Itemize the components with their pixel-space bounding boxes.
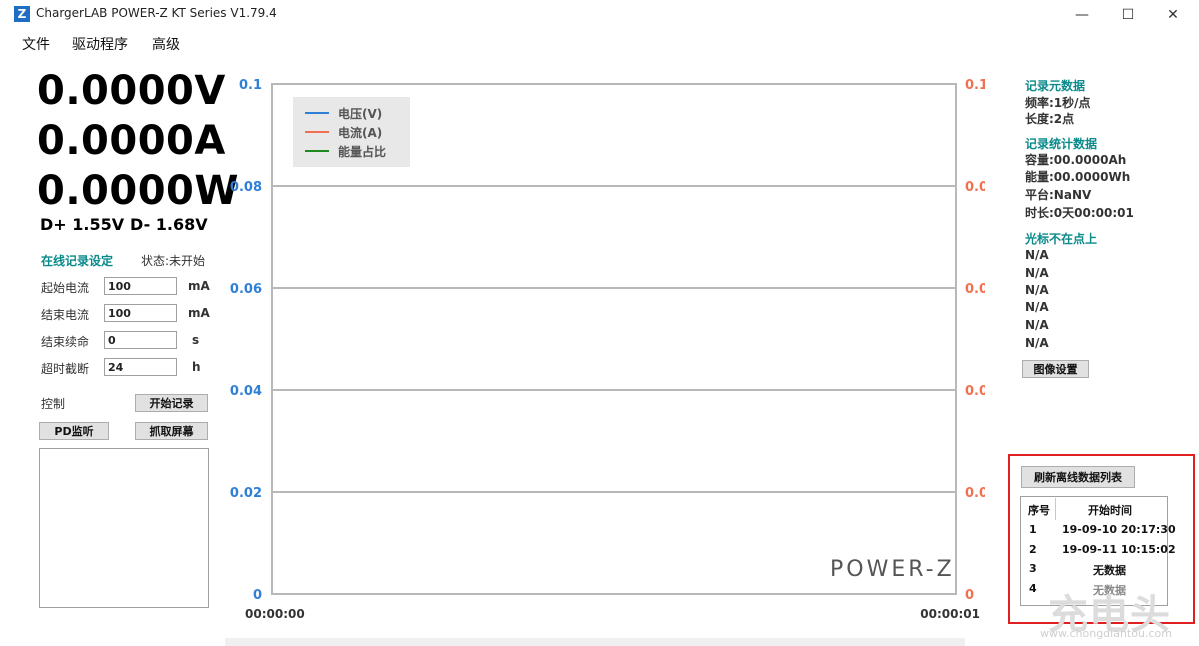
table-row-time[interactable]: 19-09-10 20:17:30 xyxy=(1062,523,1176,536)
cursor-value: N/A xyxy=(1025,283,1049,297)
timeout-unit: h xyxy=(192,360,201,374)
power-z-logo: POWER-Z xyxy=(830,557,955,582)
y-right-tick-label: 0 xyxy=(965,588,974,603)
end-extend-label: 结束续命 xyxy=(41,335,90,349)
y-right-tick-label: 0.08 xyxy=(965,180,985,195)
y-left-tick-label: 0.02 xyxy=(230,486,262,501)
window-title: ChargerLAB POWER-Z KT Series V1.79.4 xyxy=(36,6,277,20)
menu-driver[interactable]: 驱动程序 xyxy=(72,34,128,54)
chart: 0.10.10.080.080.060.060.040.040.020.0200… xyxy=(230,78,985,621)
y-right-tick-label: 0.1 xyxy=(965,78,985,93)
timeout-input[interactable]: 24 xyxy=(104,358,177,376)
y-left-tick-label: 0 xyxy=(253,588,262,603)
y-right-tick-label: 0.06 xyxy=(965,282,985,297)
cursor-value: N/A xyxy=(1025,266,1049,280)
menu-advanced[interactable]: 高级 xyxy=(152,34,180,54)
table-row-index[interactable]: 2 xyxy=(1029,543,1037,556)
start-current-input[interactable]: 100 xyxy=(104,277,177,295)
y-right-tick-label: 0.02 xyxy=(965,486,985,501)
table-header-index: 序号 xyxy=(1028,504,1050,517)
cursor-title: 光标不在点上 xyxy=(1025,232,1098,246)
power-reading: 0.0000W xyxy=(37,168,239,214)
cursor-value: N/A xyxy=(1025,336,1049,350)
cursor-value: N/A xyxy=(1025,318,1049,332)
timeout-label: 超时截断 xyxy=(41,362,90,376)
online-record-title: 在线记录设定 xyxy=(41,254,114,268)
control-label: 控制 xyxy=(41,397,66,411)
end-extend-input[interactable]: 0 xyxy=(104,331,177,349)
start-current-unit: mA xyxy=(188,279,210,293)
record-platform: 平台:NaNV xyxy=(1025,188,1092,202)
legend-label: 能量占比 xyxy=(338,144,386,159)
end-current-unit: mA xyxy=(188,306,210,320)
log-output-box[interactable] xyxy=(39,448,209,608)
legend-label: 电压(V) xyxy=(338,106,382,121)
table-header-time: 开始时间 xyxy=(1088,504,1132,517)
y-right-tick-label: 0.04 xyxy=(965,384,985,399)
x-tick-label: 00:00:00 xyxy=(245,607,305,621)
d-plus-reading: D+ 1.55V xyxy=(40,215,125,234)
table-row-index[interactable]: 1 xyxy=(1029,523,1037,536)
legend-label: 电流(A) xyxy=(338,125,382,140)
capture-screen-button[interactable]: 抓取屏幕 xyxy=(135,422,208,440)
record-status: 状态:未开始 xyxy=(141,254,206,268)
menu-file[interactable]: 文件 xyxy=(22,34,50,54)
record-capacity: 容量:00.0000Ah xyxy=(1025,153,1127,167)
maximize-button[interactable]: ☐ xyxy=(1105,0,1151,30)
table-row-index[interactable]: 3 xyxy=(1029,562,1037,575)
record-meta-title: 记录元数据 xyxy=(1025,79,1086,93)
record-energy: 能量:00.0000Wh xyxy=(1025,170,1131,184)
start-current-label: 起始电流 xyxy=(41,281,90,295)
end-current-input[interactable]: 100 xyxy=(104,304,177,322)
y-left-tick-label: 0.06 xyxy=(230,282,262,297)
d-minus-reading: D- 1.68V xyxy=(130,215,208,234)
end-extend-unit: s xyxy=(192,333,200,347)
record-stats-title: 记录统计数据 xyxy=(1025,137,1098,151)
table-row-time[interactable]: 19-09-11 10:15:02 xyxy=(1062,543,1176,556)
table-row-index[interactable]: 4 xyxy=(1029,582,1037,595)
record-duration: 时长:0天00:00:01 xyxy=(1025,206,1134,220)
record-frequency: 频率:1秒/点 xyxy=(1025,96,1091,110)
record-length: 长度:2点 xyxy=(1025,112,1075,126)
table-row-time[interactable]: 无数据 xyxy=(1093,562,1126,578)
x-tick-label: 00:00:01 xyxy=(920,607,980,621)
refresh-offline-list-button[interactable]: 刷新离线数据列表 xyxy=(1021,466,1135,488)
current-reading: 0.0000A xyxy=(37,118,226,164)
y-left-tick-label: 0.04 xyxy=(230,384,262,399)
watermark-url: www.chongdiantou.com xyxy=(1040,627,1172,640)
y-left-tick-label: 0.08 xyxy=(230,180,262,195)
app-logo-icon: Z xyxy=(14,6,30,22)
y-left-tick-label: 0.1 xyxy=(239,78,262,93)
cursor-value: N/A xyxy=(1025,248,1049,262)
minimize-button[interactable]: — xyxy=(1059,0,1105,30)
table-header-divider xyxy=(1055,498,1056,520)
pd-monitor-button[interactable]: PD监听 xyxy=(39,422,109,440)
horizontal-scrollbar[interactable] xyxy=(225,638,965,646)
end-current-label: 结束电流 xyxy=(41,308,90,322)
cursor-value: N/A xyxy=(1025,300,1049,314)
close-button[interactable]: ✕ xyxy=(1150,0,1196,30)
image-settings-button[interactable]: 图像设置 xyxy=(1022,360,1089,378)
start-record-button[interactable]: 开始记录 xyxy=(135,394,208,412)
voltage-reading: 0.0000V xyxy=(37,68,226,114)
